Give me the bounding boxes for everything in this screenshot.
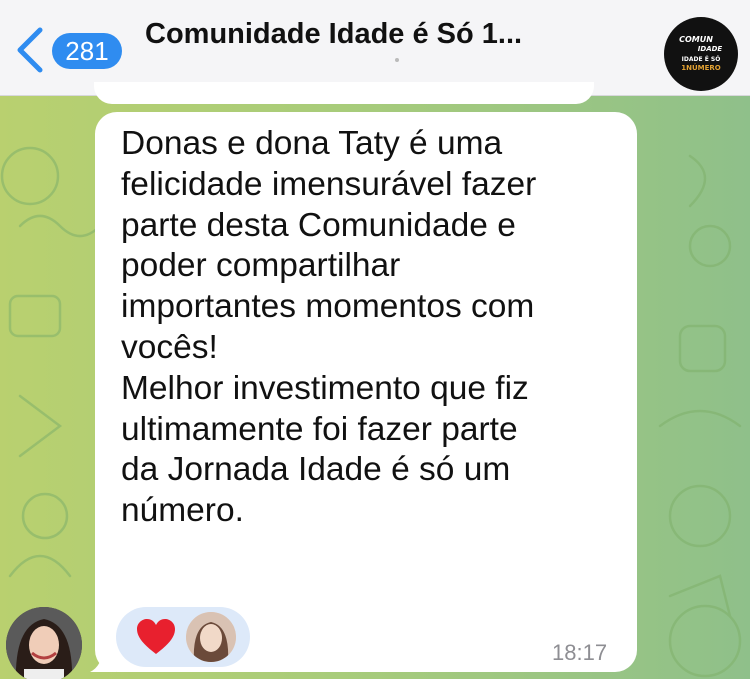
message-line: felicidade imensurável fazer — [121, 165, 537, 203]
message-text: Donas e dona Taty é uma felicidade imens… — [121, 124, 631, 532]
sender-avatar[interactable] — [6, 607, 82, 679]
message-line: vocês! — [121, 328, 218, 366]
message-line: parte desta Comunidade e — [121, 206, 516, 244]
unread-count-badge[interactable]: 281 — [52, 33, 122, 69]
previous-message-bubble[interactable] — [94, 82, 594, 104]
message-line: número. — [121, 492, 244, 530]
message-line: ultimamente foi fazer parte — [121, 410, 518, 448]
group-avatar[interactable]: COMUN IDADE IDADE É SÓ 1NÚMERO — [664, 17, 738, 91]
red-heart-icon[interactable] — [135, 617, 177, 657]
message-line: poder compartilhar — [121, 247, 401, 285]
status-dot — [395, 58, 399, 62]
group-avatar-logo-line: 1NÚMERO — [681, 64, 721, 72]
group-avatar-logo-line: IDADE É SÓ — [681, 56, 721, 63]
chat-title[interactable]: Comunidade Idade é Só 1... — [145, 18, 625, 51]
message-line: Donas e dona Taty é uma — [121, 125, 503, 162]
group-avatar-logo-line: COMUN — [679, 35, 713, 44]
reactor-avatar[interactable] — [186, 612, 236, 662]
message-timestamp: 18:17 — [552, 640, 608, 665]
bubble-tail — [90, 640, 116, 672]
group-avatar-logo-line: IDADE — [697, 45, 723, 53]
message-line: importantes momentos com — [121, 288, 535, 326]
message-line: Melhor investimento que fiz — [121, 369, 529, 407]
message-line: da Jornada Idade é só um — [121, 451, 511, 489]
back-chevron-icon[interactable] — [10, 24, 50, 76]
